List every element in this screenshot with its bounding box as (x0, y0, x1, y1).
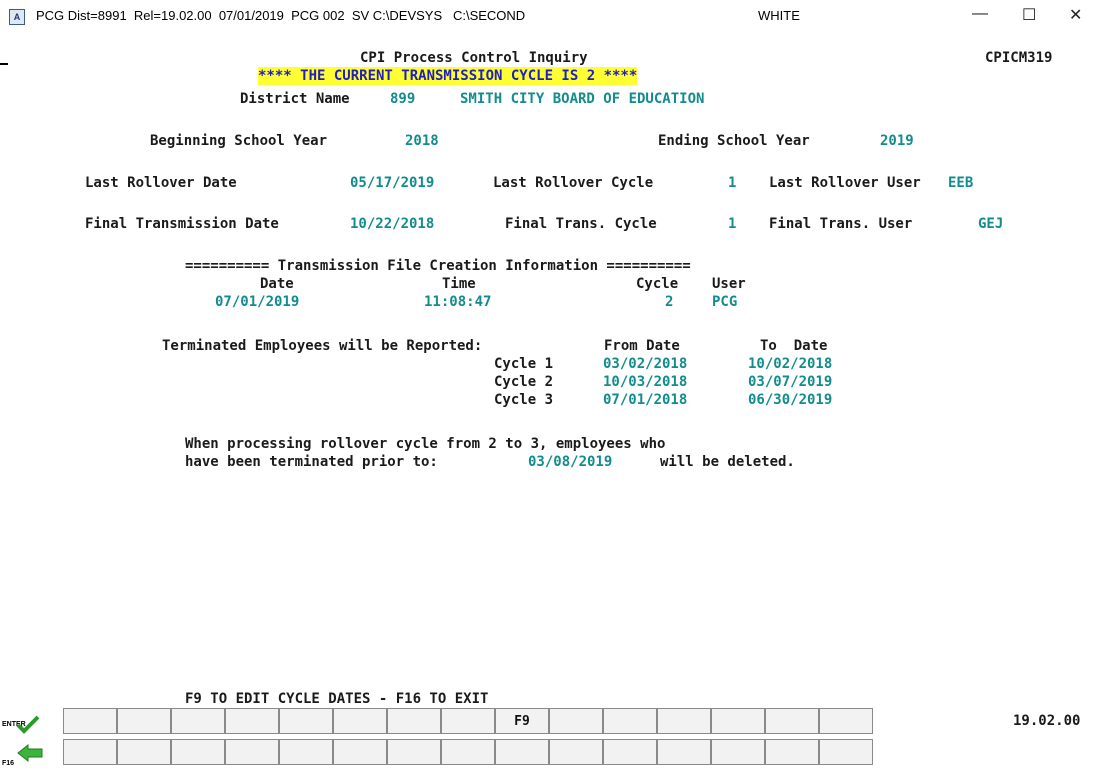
function-key-cell[interactable] (63, 739, 117, 765)
function-key-cell[interactable] (387, 739, 441, 765)
function-key-cell[interactable] (765, 739, 819, 765)
function-key-cell[interactable] (225, 739, 279, 765)
fc-time-value: 11:08:47 (424, 294, 492, 310)
function-key-cell[interactable] (549, 708, 603, 734)
terminal-screen: CPI Process Control Inquiry CPICM319 ***… (0, 32, 1101, 767)
instruction-line: F9 TO EDIT CYCLE DATES - F16 TO EXIT (185, 691, 489, 707)
last-rollover-user-label: Last Rollover User (769, 175, 921, 191)
cycle-to-date: 06/30/2019 (748, 392, 833, 408)
close-button[interactable]: ✕ (1069, 5, 1082, 25)
function-key-cell[interactable] (711, 739, 765, 765)
last-rollover-user-value: EEB (948, 175, 974, 191)
function-key-cell[interactable] (765, 708, 819, 734)
fc-time-label: Time (442, 276, 476, 292)
final-trans-date-value: 10/22/2018 (350, 216, 435, 232)
cycle-to-date: 03/07/2019 (748, 374, 833, 390)
version-number: 19.02.00 (1013, 713, 1081, 729)
fc-cycle-label: Cycle (636, 276, 679, 292)
from-date-label: From Date (604, 338, 680, 354)
last-rollover-cycle-label: Last Rollover Cycle (493, 175, 654, 191)
district-label: District Name (240, 91, 350, 107)
fc-user-label: User (712, 276, 746, 292)
rollover-message-line2: have been terminated prior to: (185, 454, 438, 470)
function-key-cell[interactable] (279, 708, 333, 734)
function-key-cell[interactable] (819, 739, 873, 765)
to-date-label: To Date (760, 338, 828, 354)
final-trans-user-label: Final Trans. User (769, 216, 913, 232)
final-trans-user-value: GEJ (978, 216, 1004, 232)
fc-cycle-value: 2 (665, 294, 674, 310)
function-key-cell[interactable] (603, 739, 657, 765)
minimize-button[interactable]: — (972, 5, 988, 23)
function-key-cell[interactable] (117, 708, 171, 734)
cycle-label: Cycle 3 (494, 392, 554, 408)
exit-arrow-icon: F16 (2, 743, 43, 767)
function-key-cell[interactable] (171, 708, 225, 734)
function-key-cell[interactable] (441, 708, 495, 734)
function-key-cell[interactable] (711, 708, 765, 734)
ending-year-value: 2019 (880, 133, 914, 149)
function-key-cell[interactable] (603, 708, 657, 734)
window-user: WHITE (758, 8, 800, 23)
f16-exit-key[interactable]: F16 (0, 739, 43, 767)
ending-year-label: Ending School Year (658, 133, 810, 149)
transmission-cycle-banner: **** THE CURRENT TRANSMISSION CYCLE IS 2… (258, 67, 638, 85)
final-trans-date-label: Final Transmission Date (85, 216, 279, 232)
last-rollover-date-label: Last Rollover Date (85, 175, 237, 191)
enter-key[interactable]: ENTER (0, 708, 40, 734)
fc-date-value: 07/01/2019 (215, 294, 300, 310)
function-key-cell[interactable] (819, 708, 873, 734)
function-key-cell[interactable] (657, 708, 711, 734)
file-creation-header: ========== Transmission File Creation In… (185, 258, 691, 274)
function-key-cell[interactable] (441, 739, 495, 765)
app-icon: A (9, 9, 25, 25)
function-key-cell[interactable] (387, 708, 441, 734)
enter-check-icon: ENTER (2, 712, 40, 734)
deletion-cutoff-date: 03/08/2019 (528, 454, 613, 470)
cycle-from-date: 10/03/2018 (603, 374, 688, 390)
final-trans-cycle-value: 1 (728, 216, 737, 232)
function-key-cell[interactable] (333, 739, 387, 765)
screen-id: CPICM319 (985, 50, 1053, 66)
function-key-cell[interactable] (279, 739, 333, 765)
function-key-cell[interactable] (225, 708, 279, 734)
function-key-cell[interactable] (495, 739, 549, 765)
function-key-bar: ENTER F9 F16 (0, 708, 920, 767)
function-key-cell[interactable] (333, 708, 387, 734)
cycle-from-date: 07/01/2018 (603, 392, 688, 408)
cycle-label: Cycle 2 (494, 374, 554, 390)
cycle-label: Cycle 1 (494, 356, 554, 372)
function-key-cell[interactable] (549, 739, 603, 765)
window-title: PCG Dist=8991 Rel=19.02.00 07/01/2019 PC… (36, 8, 526, 23)
function-key-cell[interactable] (63, 708, 117, 734)
function-key-cell[interactable] (657, 739, 711, 765)
beginning-year-label: Beginning School Year (150, 133, 328, 149)
rollover-message-line1: When processing rollover cycle from 2 to… (185, 436, 666, 452)
f9-key[interactable]: F9 (495, 708, 549, 734)
district-name: SMITH CITY BOARD OF EDUCATION (460, 91, 705, 107)
fc-date-label: Date (260, 276, 294, 292)
fc-user-value: PCG (712, 294, 738, 310)
last-rollover-cycle-value: 1 (728, 175, 737, 191)
function-key-cell[interactable] (117, 739, 171, 765)
final-trans-cycle-label: Final Trans. Cycle (505, 216, 657, 232)
function-key-cell[interactable] (171, 739, 225, 765)
maximize-button[interactable]: ☐ (1022, 5, 1036, 25)
last-rollover-date-value: 05/17/2019 (350, 175, 435, 191)
window-titlebar: A PCG Dist=8991 Rel=19.02.00 07/01/2019 … (0, 0, 1101, 32)
district-number: 899 (390, 91, 416, 107)
beginning-year-value: 2018 (405, 133, 439, 149)
cycle-from-date: 03/02/2018 (603, 356, 688, 372)
rollover-message-suffix: will be deleted. (660, 454, 795, 470)
text-cursor (0, 63, 8, 65)
terminated-label: Terminated Employees will be Reported: (162, 338, 483, 354)
cycle-to-date: 10/02/2018 (748, 356, 833, 372)
screen-title: CPI Process Control Inquiry (360, 50, 588, 66)
